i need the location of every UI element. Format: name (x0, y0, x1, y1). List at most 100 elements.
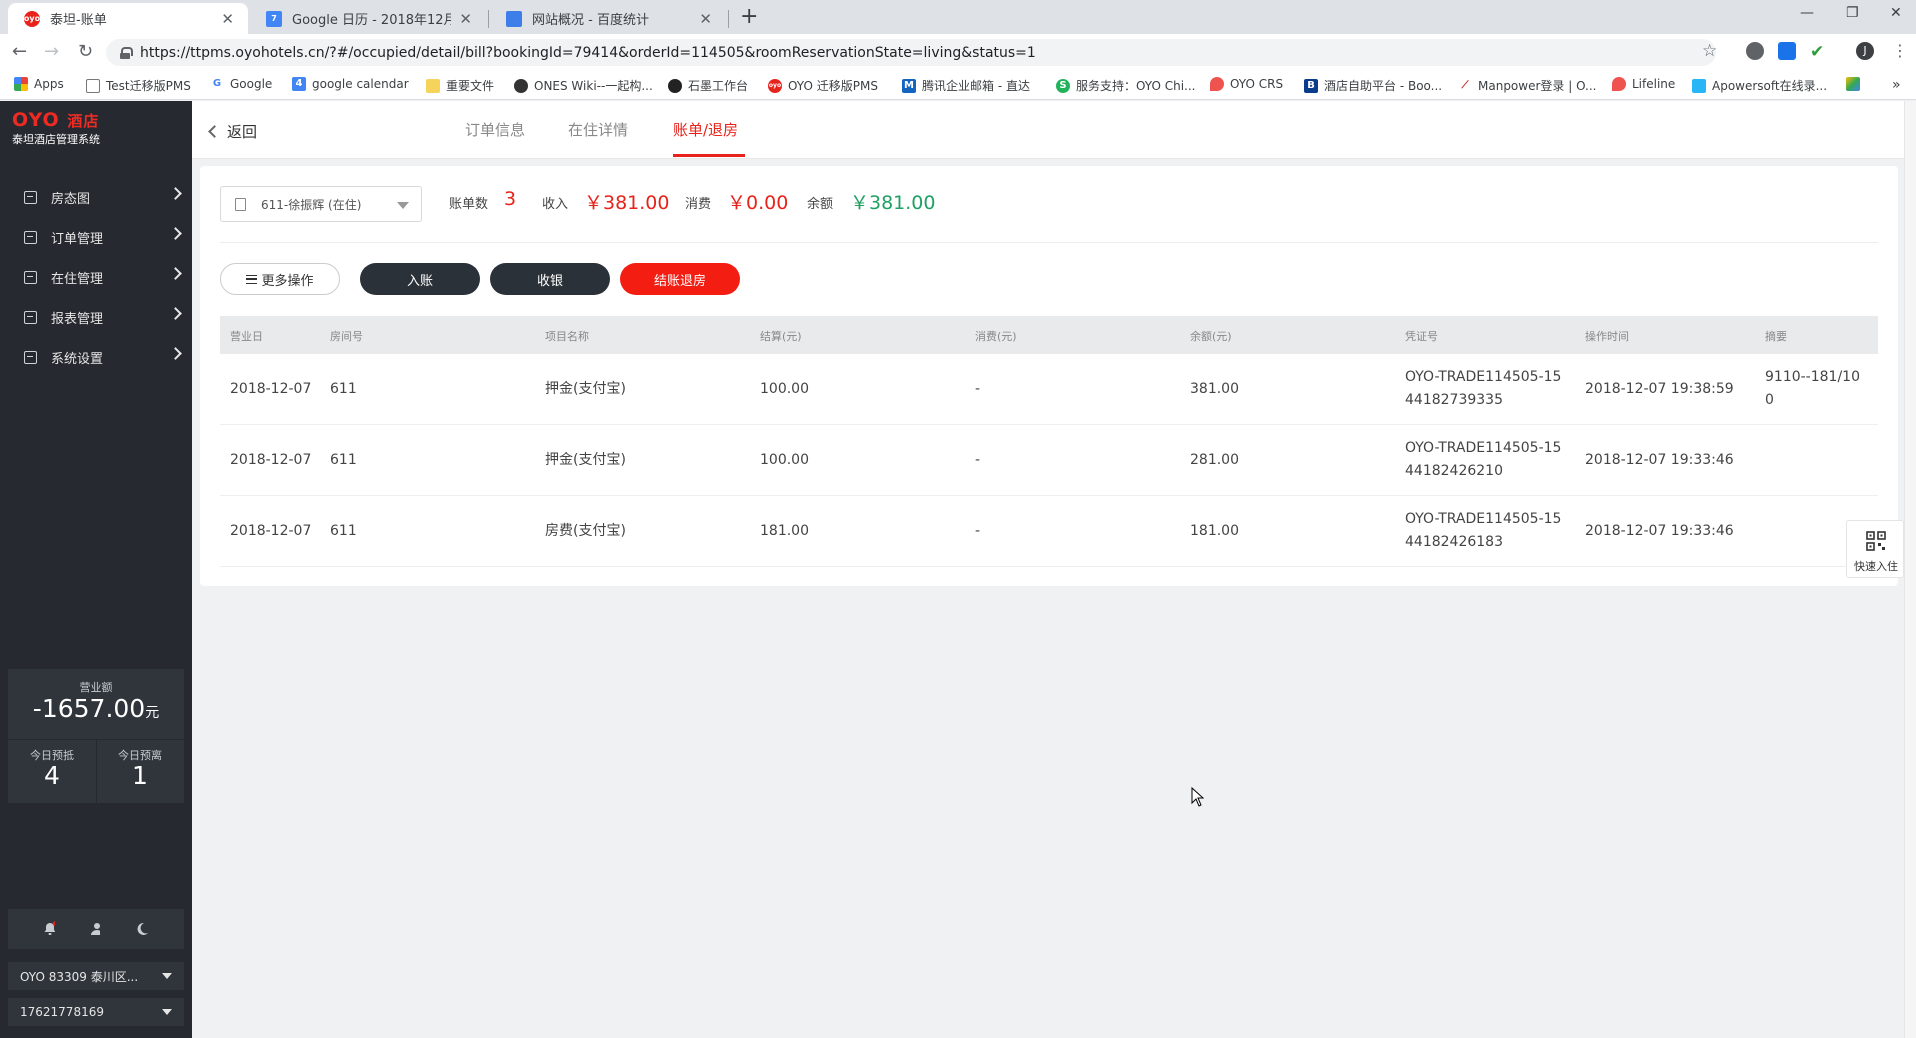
sidebar-item-label: 报表管理 (51, 311, 104, 327)
checkmark-extension-icon[interactable]: ✔ (1810, 42, 1828, 62)
room-select-value: 611-徐振辉 (在住) (261, 197, 362, 212)
bookmark-star-icon[interactable]: ☆ (1702, 41, 1717, 61)
back-arrow-icon[interactable]: ← (12, 41, 27, 62)
bookmark-item[interactable]: 4 google calendar (292, 77, 409, 91)
address-bar[interactable]: https://ttpms.oyohotels.cn/?#/occupied/d… (106, 39, 1716, 66)
page-scrollbar[interactable] (1904, 101, 1916, 1038)
cell-item: 押金(支付宝) (545, 452, 626, 468)
minimize-icon[interactable]: — (1800, 5, 1814, 21)
sidebar-item-label: 房态图 (51, 191, 91, 207)
sidebar: OYO 酒店 泰坦酒店管理系统 房态图 订单管理 在住管理 报表管理 系统设置 (0, 101, 192, 1038)
hotel-select[interactable]: OYO 83309 泰川区... (8, 962, 184, 990)
balance-label: 余额 (807, 197, 834, 212)
apps-grid-icon (14, 77, 28, 91)
avatar[interactable]: J (1856, 42, 1874, 60)
oyo-favicon-icon: oyo (24, 10, 40, 27)
bookmark-item[interactable]: ⟋ Manpower登录 | O... (1458, 77, 1596, 94)
bookmark-item[interactable]: M 腾讯企业邮箱 - 直达 (902, 77, 1030, 94)
bookmark-item[interactable]: ONES Wiki--一起构... (514, 77, 653, 94)
browser-tab-bill[interactable]: oyo 泰坦-账单 ✕ (8, 3, 248, 34)
income-label: 收入 (542, 197, 569, 212)
collect-payment-button[interactable]: 收银 (490, 263, 610, 295)
bookmark-apps[interactable]: Apps (14, 77, 64, 91)
browser-menu-icon[interactable]: ⋮ (1892, 41, 1908, 60)
google-calendar-favicon-icon: 7 (266, 10, 282, 27)
column-header: 凭证号 (1405, 330, 1438, 343)
calendar-icon: 4 (292, 77, 306, 91)
sidebar-item-label: 在住管理 (51, 271, 104, 287)
bill-card: 611-徐振辉 (在住) 账单数 3 收入 ￥381.00 消费 ￥0.00 余… (200, 166, 1898, 586)
tab-bill-checkout[interactable]: 账单/退房 (673, 119, 738, 140)
chevron-right-icon (169, 347, 182, 360)
cell-expense: - (975, 523, 981, 539)
cell-settle: 181.00 (760, 523, 809, 539)
post-entry-button[interactable]: 入账 (360, 263, 480, 295)
column-header: 营业日 (230, 330, 263, 343)
close-tab-icon[interactable]: ✕ (221, 10, 234, 28)
revenue-amount: -1657.00 (32, 694, 146, 723)
extension-icon[interactable] (1746, 42, 1764, 60)
sidebar-item-room-status[interactable]: 房态图 (0, 177, 192, 217)
bookmark-item[interactable]: Test迁移版PMS (86, 77, 191, 94)
bill-count-value: 3 (504, 188, 517, 210)
bookmark-item[interactable]: 重要文件 (426, 77, 494, 94)
bookmark-item[interactable]: oyo OYO 迁移版PMS (768, 77, 878, 94)
bookmark-item[interactable]: 石墨工作台 (668, 77, 748, 94)
bookmark-item[interactable]: Apowersoft在线录... (1692, 77, 1827, 94)
url-text: https://ttpms.oyohotels.cn/?#/occupied/d… (140, 44, 1036, 61)
active-tab-underline (673, 154, 745, 157)
revenue-value: -1657.00元 (8, 694, 184, 723)
sidebar-item-occupied[interactable]: 在住管理 (0, 257, 192, 297)
close-tab-icon[interactable]: ✕ (699, 10, 712, 28)
folder-icon (426, 78, 440, 93)
bookmark-item[interactable]: G Google (210, 77, 272, 91)
bookmark-item[interactable] (1846, 77, 1866, 91)
night-mode-button[interactable] (100, 909, 184, 949)
sidebar-item-settings[interactable]: 系统设置 (0, 337, 192, 377)
cell-voucher: OYO-TRADE114505-1544182426183 (1405, 511, 1562, 550)
chevron-right-icon (169, 267, 182, 280)
cell-room: 611 (330, 523, 357, 539)
more-actions-button[interactable]: 更多操作 (220, 263, 340, 295)
sidebar-item-orders[interactable]: 订单管理 (0, 217, 192, 257)
revenue-label: 营业额 (79, 681, 113, 694)
revenue-unit: 元 (145, 705, 160, 721)
restore-icon[interactable]: ❐ (1846, 5, 1859, 21)
expense-value: ￥0.00 (727, 192, 789, 214)
back-button[interactable]: 返回 (208, 121, 257, 142)
brand-oyo: OYO (12, 109, 60, 131)
browser-tab-stats[interactable]: 网站概况 - 百度统计 ✕ (490, 3, 726, 34)
bookmark-item[interactable]: B 酒店自助平台 - Boo... (1304, 77, 1442, 94)
arrivals-value: 4 (44, 761, 60, 790)
reload-icon[interactable]: ↻ (78, 41, 93, 62)
more-bookmarks-icon[interactable]: » (1892, 77, 1901, 93)
forward-arrow-icon[interactable]: → (44, 41, 59, 62)
room-select[interactable]: 611-徐振辉 (在住) (220, 186, 422, 222)
bookmark-item[interactable]: S 服务支持：OYO Chi... (1056, 77, 1196, 94)
table-row: 2018-12-07 611 押金(支付宝) 100.00 - 381.00 O… (220, 354, 1878, 425)
tab-order-info[interactable]: 订单信息 (465, 119, 525, 140)
browser-tabbar: oyo 泰坦-账单 ✕ 7 Google 日历 - 2018年12月 ✕ 网站概… (0, 0, 1916, 34)
checkout-button[interactable]: 结账退房 (620, 263, 740, 295)
cell-voucher: OYO-TRADE114505-1544182426210 (1405, 440, 1562, 479)
window-close-icon[interactable]: ✕ (1890, 5, 1902, 21)
sidebar-item-reports[interactable]: 报表管理 (0, 297, 192, 337)
bookmark-item[interactable]: OYO CRS (1210, 77, 1283, 91)
close-tab-icon[interactable]: ✕ (459, 10, 472, 28)
browser-tab-calendar[interactable]: 7 Google 日历 - 2018年12月 ✕ (250, 3, 486, 34)
page-header: 返回 订单信息 在住详情 账单/退房 (192, 101, 1904, 159)
quick-checkin-button[interactable]: 快速入住 (1846, 520, 1904, 578)
extension-icon[interactable] (1778, 42, 1796, 60)
baidu-stats-favicon-icon (506, 10, 522, 27)
room-icon (235, 198, 246, 211)
table-row: 2018-12-07 611 押金(支付宝) 100.00 - 281.00 O… (220, 425, 1878, 496)
menu-icon (246, 274, 258, 284)
new-tab-icon[interactable]: + (740, 4, 758, 29)
pin-icon (1210, 77, 1224, 91)
chevron-down-icon (162, 973, 172, 979)
bookmark-item[interactable]: Lifeline (1612, 77, 1675, 91)
browser-toolbar: ← → ↻ https://ttpms.oyohotels.cn/?#/occu… (0, 34, 1916, 70)
account-select[interactable]: 17621778169 (8, 998, 184, 1026)
cell-room: 611 (330, 452, 357, 468)
tab-stay-details[interactable]: 在住详情 (568, 119, 628, 140)
